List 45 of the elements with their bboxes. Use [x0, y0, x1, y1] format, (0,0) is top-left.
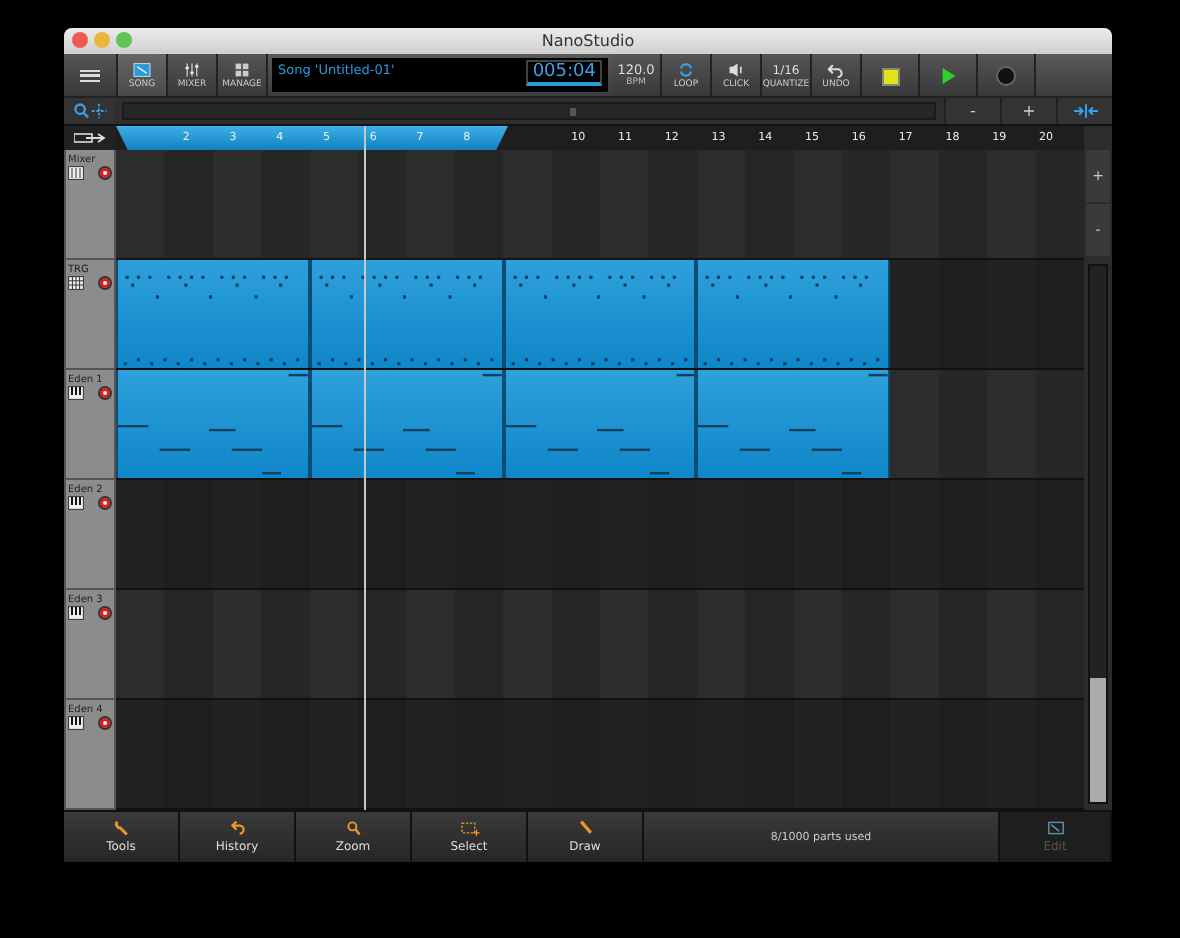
record-arm-icon[interactable]	[98, 606, 112, 620]
selection-icon	[459, 820, 479, 836]
play-button[interactable]	[920, 54, 978, 96]
stop-icon	[881, 67, 899, 85]
stop-button[interactable]	[862, 54, 920, 96]
menu-button[interactable]	[64, 54, 118, 96]
keyboard-icon	[68, 716, 84, 730]
undo-icon	[826, 62, 846, 78]
sliders-icon	[182, 62, 202, 78]
time-display: 005:04	[526, 60, 602, 86]
keyboard-icon	[68, 496, 84, 510]
grid-icon	[132, 62, 152, 78]
export-arrow-icon[interactable]	[74, 132, 106, 144]
zoom-step-button[interactable]: +	[1000, 98, 1056, 124]
speaker-icon	[726, 62, 746, 78]
menu-icon	[80, 70, 100, 82]
pencil-icon	[575, 820, 595, 836]
mixer-icon	[68, 166, 84, 180]
fit-button[interactable]	[1056, 98, 1112, 124]
vertical-scrollbar[interactable]	[1088, 264, 1108, 804]
play-icon	[941, 68, 955, 84]
record-arm-icon[interactable]	[98, 276, 112, 290]
loop-icon	[676, 62, 696, 78]
record-arm-icon[interactable]	[98, 386, 112, 400]
undo-icon	[227, 820, 247, 836]
pad-grid-icon	[68, 276, 84, 290]
record-arm-icon[interactable]	[98, 716, 112, 730]
zoom-window-icon[interactable]	[116, 32, 132, 48]
search-icon	[71, 102, 107, 120]
keyboard-icon	[68, 386, 84, 400]
search-icon	[343, 820, 363, 836]
arrows-icon	[1073, 104, 1097, 118]
tiles-icon	[232, 62, 252, 78]
overview-scrollbar[interactable]	[122, 102, 936, 120]
record-arm-icon[interactable]	[98, 496, 112, 510]
record-icon	[996, 66, 1016, 86]
record-button[interactable]	[978, 54, 1036, 96]
keyboard-icon	[68, 606, 84, 620]
close-icon[interactable]	[72, 32, 88, 48]
record-arm-icon[interactable]	[98, 166, 112, 180]
zoom-tool-button[interactable]	[64, 98, 114, 124]
edit-icon	[1045, 820, 1065, 836]
wrench-icon	[111, 820, 131, 836]
zoom-step-button[interactable]: -	[944, 98, 1000, 124]
window-title: NanoStudio	[541, 32, 635, 50]
